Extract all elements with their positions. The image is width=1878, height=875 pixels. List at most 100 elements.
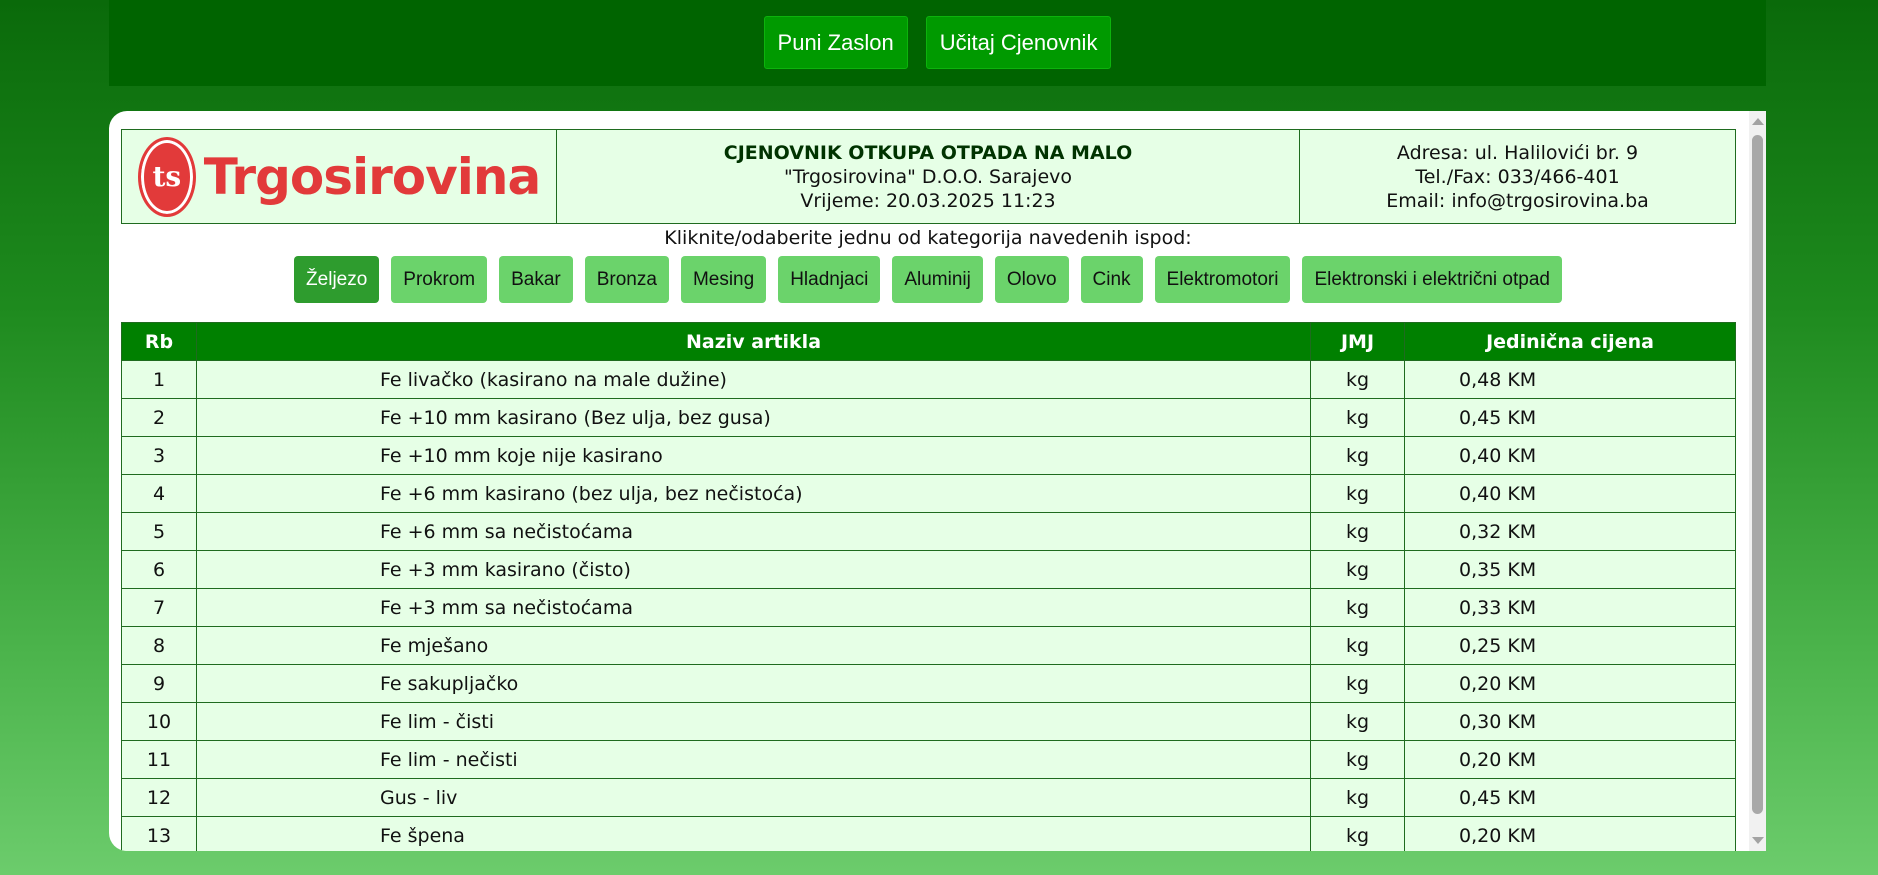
item-unit: kg — [1310, 664, 1405, 703]
item-name: Fe špena — [196, 816, 1311, 851]
category-button[interactable]: Mesing — [680, 256, 767, 303]
row-number: 11 — [121, 740, 197, 779]
item-price: 0,48 KM — [1404, 360, 1736, 399]
row-number: 2 — [121, 398, 197, 437]
category-buttons: Željezo Prokrom Bakar Bronza Mesing Hladnjaci… — [121, 256, 1735, 303]
item-price: 0,32 KM — [1404, 512, 1736, 551]
panel-content: ts Trgosirovina CJENOVNIK OTKUPA OTPADA … — [121, 129, 1736, 851]
category-button[interactable]: Prokrom — [391, 256, 488, 303]
top-toolbar: Puni Zaslon Učitaj Cjenovnik — [109, 0, 1766, 86]
address: Adresa: ul. Halilovići br. 9 — [1396, 141, 1639, 164]
item-unit: kg — [1310, 702, 1405, 741]
category-button[interactable]: Željezo — [294, 256, 380, 303]
row-number: 7 — [121, 588, 197, 627]
item-name: Fe +3 mm kasirano (čisto) — [196, 550, 1311, 589]
phone: Tel./Fax: 033/466-401 — [1415, 165, 1620, 188]
table-row: 10 Fe lim - čisti kg 0,30 KM — [121, 702, 1736, 741]
scroll-up-arrow-icon[interactable] — [1752, 118, 1764, 125]
scroll-down-arrow-icon[interactable] — [1752, 837, 1764, 844]
table-row: 9 Fe sakupljačko kg 0,20 KM — [121, 664, 1736, 703]
table-row: 3 Fe +10 mm koje nije kasirano kg 0,40 KM — [121, 436, 1736, 475]
item-unit: kg — [1310, 360, 1405, 399]
row-number: 8 — [121, 626, 197, 665]
table-row: 4 Fe +6 mm kasirano (bez ulja, bez nečist… — [121, 474, 1736, 513]
item-unit: kg — [1310, 474, 1405, 513]
logo-text: Trgosirovina — [203, 147, 541, 206]
category-button[interactable]: Aluminij — [892, 256, 983, 303]
item-name: Fe livačko (kasirano na male dužine) — [196, 360, 1311, 399]
row-number: 4 — [121, 474, 197, 513]
col-header-name: Naziv artikla — [196, 322, 1311, 361]
title-cell: CJENOVNIK OTKUPA OTPADA NA MALO "Trgosir… — [556, 129, 1300, 224]
category-button[interactable]: Olovo — [994, 256, 1069, 303]
category-button[interactable]: Bronza — [584, 256, 669, 303]
item-name: Fe lim - čisti — [196, 702, 1311, 741]
item-name: Fe sakupljačko — [196, 664, 1311, 703]
row-number: 10 — [121, 702, 197, 741]
pricelist-panel: ts Trgosirovina CJENOVNIK OTKUPA OTPADA … — [109, 111, 1766, 851]
table-row: 13 Fe špena kg 0,20 KM — [121, 816, 1736, 851]
price-table: Rb Naziv artikla JMJ Jedinična cijena 1F… — [121, 322, 1736, 851]
item-price: 0,33 KM — [1404, 588, 1736, 627]
logo-cell: ts Trgosirovina — [121, 129, 557, 224]
item-unit: kg — [1310, 436, 1405, 475]
item-name: Fe +6 mm sa nečistoćama — [196, 512, 1311, 551]
table-row: 8 Fe mješano kg 0,25 KM — [121, 626, 1736, 665]
row-number: 3 — [121, 436, 197, 475]
contact-cell: Adresa: ul. Halilovići br. 9 Tel./Fax: 0… — [1299, 129, 1736, 224]
item-price: 0,20 KM — [1404, 816, 1736, 851]
header-table: ts Trgosirovina CJENOVNIK OTKUPA OTPADA … — [121, 129, 1736, 224]
item-unit: kg — [1310, 398, 1405, 437]
table-row: 11 Fe lim - nečisti kg 0,20 KM — [121, 740, 1736, 779]
item-price: 0,35 KM — [1404, 550, 1736, 589]
item-name: Fe lim - nečisti — [196, 740, 1311, 779]
price-table-header: Rb Naziv artikla JMJ Jedinična cijena — [121, 322, 1736, 361]
table-row: 7 Fe +3 mm sa nečistoćama kg 0,33 KM — [121, 588, 1736, 627]
item-price: 0,20 KM — [1404, 740, 1736, 779]
category-button[interactable]: Bakar — [499, 256, 573, 303]
col-header-price: Jedinična cijena — [1404, 322, 1736, 361]
row-number: 9 — [121, 664, 197, 703]
item-price: 0,40 KM — [1404, 474, 1736, 513]
load-pricelist-button[interactable]: Učitaj Cjenovnik — [925, 16, 1112, 69]
item-price: 0,20 KM — [1404, 664, 1736, 703]
timestamp: Vrijeme: 20.03.2025 11:23 — [800, 189, 1056, 212]
item-price: 0,40 KM — [1404, 436, 1736, 475]
item-name: Fe +10 mm koje nije kasirano — [196, 436, 1311, 475]
item-unit: kg — [1310, 588, 1405, 627]
scroll-thumb[interactable] — [1752, 135, 1763, 814]
page-title: CJENOVNIK OTKUPA OTPADA NA MALO — [723, 141, 1133, 164]
category-button[interactable]: Elektronski i električni otpad — [1302, 256, 1562, 303]
row-number: 1 — [121, 360, 197, 399]
item-name: Fe +6 mm kasirano (bez ulja, bez nečisto… — [196, 474, 1311, 513]
category-button[interactable]: Elektromotori — [1154, 256, 1291, 303]
row-number: 6 — [121, 550, 197, 589]
item-unit: kg — [1310, 778, 1405, 817]
item-unit: kg — [1310, 626, 1405, 665]
fullscreen-button[interactable]: Puni Zaslon — [763, 16, 908, 69]
item-name: Gus - liv — [196, 778, 1311, 817]
logo-mark: ts — [137, 136, 196, 217]
item-price: 0,30 KM — [1404, 702, 1736, 741]
table-row: 2 Fe +10 mm kasirano (Bez ulja, bez gusa)… — [121, 398, 1736, 437]
item-unit: kg — [1310, 740, 1405, 779]
company-logo: ts Trgosirovina — [123, 136, 555, 217]
item-name: Fe +10 mm kasirano (Bez ulja, bez gusa) — [196, 398, 1311, 437]
col-header-rb: Rb — [121, 322, 197, 361]
category-button[interactable]: Cink — [1080, 256, 1143, 303]
item-unit: kg — [1310, 512, 1405, 551]
col-header-unit: JMJ — [1310, 322, 1405, 361]
table-row: 12 Gus - liv kg 0,45 KM — [121, 778, 1736, 817]
row-number: 12 — [121, 778, 197, 817]
category-button[interactable]: Hladnjaci — [778, 256, 881, 303]
vertical-scrollbar[interactable] — [1749, 111, 1766, 851]
item-name: Fe mješano — [196, 626, 1311, 665]
company-name: "Trgosirovina" D.O.O. Sarajevo — [783, 165, 1073, 188]
row-number: 13 — [121, 816, 197, 851]
item-price: 0,25 KM — [1404, 626, 1736, 665]
item-price: 0,45 KM — [1404, 398, 1736, 437]
category-instruction: Kliknite/odaberite jednu od kategorija n… — [664, 227, 1192, 249]
email: Email: info@trgosirovina.ba — [1386, 189, 1649, 212]
item-unit: kg — [1310, 816, 1405, 851]
item-unit: kg — [1310, 550, 1405, 589]
